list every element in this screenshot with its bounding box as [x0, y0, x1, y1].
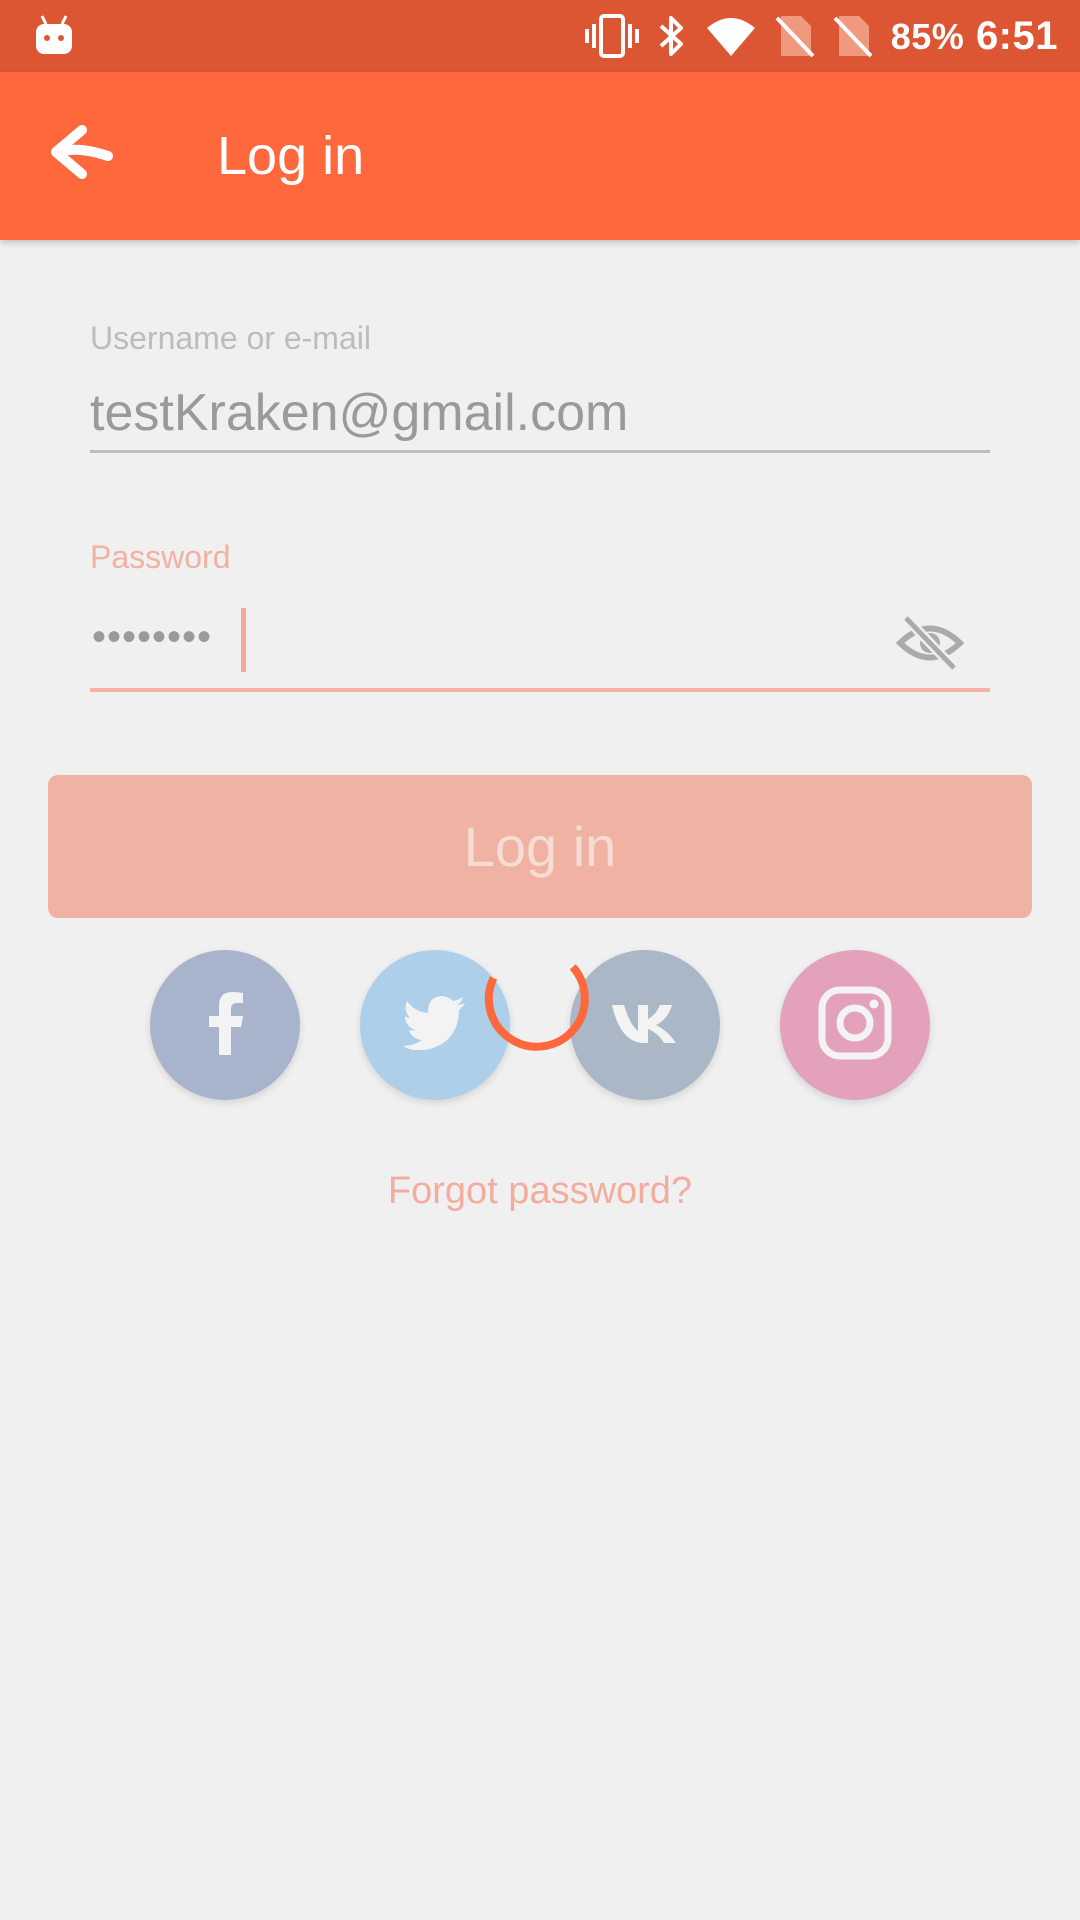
password-field[interactable]: ••••••••	[92, 615, 212, 660]
forgot-password-link[interactable]: Forgot password?	[0, 1170, 1080, 1213]
page-title: Log in	[217, 126, 365, 186]
eye-off-icon[interactable]	[895, 614, 965, 672]
no-sim-icon	[775, 14, 815, 58]
wifi-icon	[705, 16, 757, 56]
username-label: Username or e-mail	[90, 320, 371, 356]
vibrate-icon	[584, 14, 639, 58]
vk-icon	[610, 1001, 680, 1050]
app-bar: Log in	[0, 72, 1080, 240]
status-bar: 85% 6:51	[0, 0, 1080, 72]
no-sim-icon	[833, 14, 873, 58]
battery-level: 85% 6:51	[891, 14, 1058, 59]
battery-text: 85%	[890, 15, 965, 57]
username-underline	[90, 450, 990, 453]
android-debug-icon	[34, 14, 74, 58]
password-label: Password	[90, 539, 231, 575]
login-button[interactable]: Log in	[48, 775, 1032, 918]
status-icons: 85% 6:51	[584, 0, 1058, 72]
instagram-button[interactable]	[780, 950, 930, 1100]
loading-spinner	[483, 958, 595, 1070]
text-caret	[241, 608, 246, 672]
password-underline	[90, 688, 990, 692]
clock: 6:51	[975, 13, 1058, 58]
instagram-icon	[818, 986, 892, 1065]
arrow-back-icon[interactable]	[48, 122, 118, 188]
bluetooth-icon	[657, 14, 687, 58]
username-field[interactable]: testKraken@gmail.com	[90, 383, 990, 443]
facebook-button[interactable]	[150, 950, 300, 1100]
twitter-icon	[403, 995, 467, 1055]
facebook-icon	[205, 991, 245, 1060]
